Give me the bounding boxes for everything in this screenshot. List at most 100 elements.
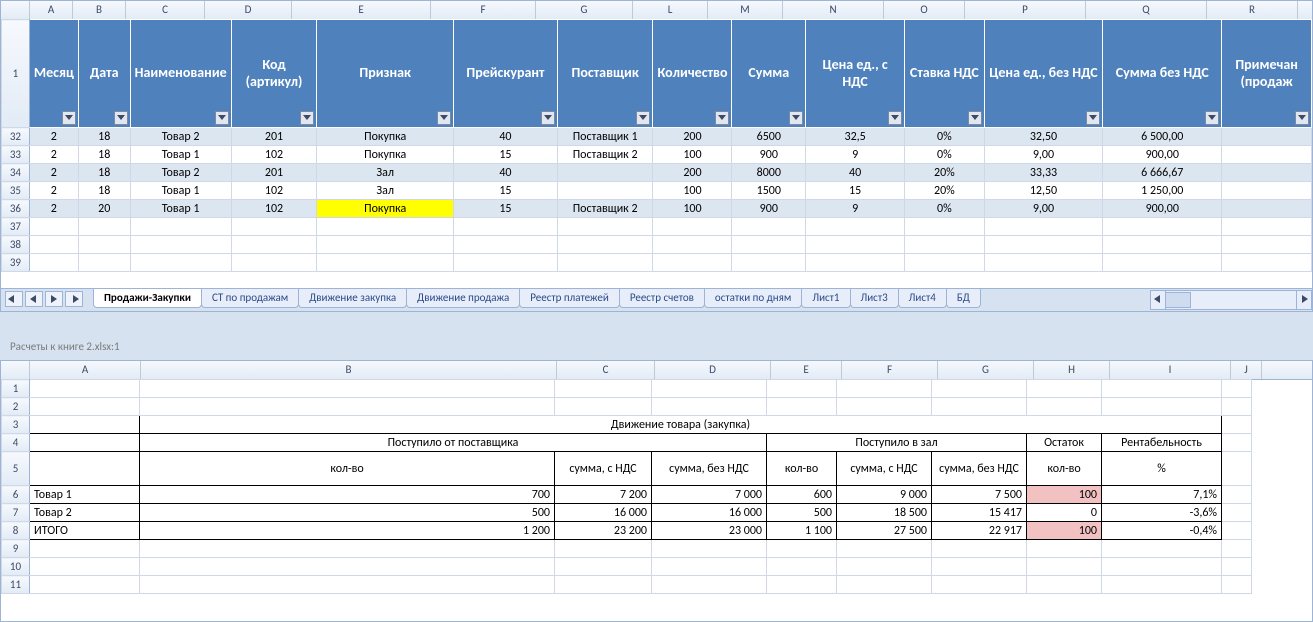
filter-dropdown-icon[interactable] [215,111,229,125]
cell[interactable] [1222,200,1312,218]
cell[interactable] [653,218,732,236]
cell[interactable] [1222,236,1312,254]
col-header-B[interactable]: B [73,1,126,19]
cell[interactable]: 20% [905,182,985,200]
table-header[interactable]: Признак [317,20,454,128]
cell[interactable]: Остаток [1027,434,1102,452]
cell[interactable]: 900,00 [1103,200,1222,218]
cell[interactable] [806,236,905,254]
sheet-tab[interactable]: СТ по продажам [201,289,299,308]
cell[interactable]: 500 [767,504,837,522]
cell[interactable]: 9 000 [837,486,932,504]
cell[interactable]: Поставщик 1 [557,128,653,146]
cell[interactable]: 100 [1027,486,1102,504]
cell[interactable] [932,380,1027,398]
sheet-tab[interactable]: Движение продажа [406,289,520,308]
cell[interactable] [1222,164,1312,182]
sheet-tab[interactable]: Лист4 [898,289,947,308]
col-header-A[interactable]: A [30,361,141,379]
cell[interactable]: 1 200 [140,522,555,540]
cell[interactable] [557,182,653,200]
cell[interactable]: 16 000 [555,504,652,522]
cell[interactable]: 0% [905,200,985,218]
cell[interactable] [130,254,231,272]
cell[interactable] [557,254,653,272]
cell[interactable]: Зал [317,164,454,182]
cell[interactable] [837,558,932,576]
cell[interactable]: 102 [231,200,317,218]
col-header-O[interactable]: O [884,1,965,19]
column-header-strip[interactable]: ABCDEFGHIJ [1,361,1312,380]
cell[interactable]: 200 [653,128,732,146]
row-header[interactable]: 35 [2,182,30,200]
cell[interactable]: Покупка [317,128,454,146]
cell[interactable] [732,236,806,254]
cell[interactable] [1222,380,1252,398]
cell[interactable] [78,254,130,272]
cell[interactable] [29,218,78,236]
col-header-E[interactable]: E [771,361,842,379]
cell[interactable] [557,164,653,182]
cell[interactable]: Поставщик 2 [557,200,653,218]
cell[interactable]: 7 000 [652,486,767,504]
cell[interactable]: 900 [732,146,806,164]
cell[interactable] [732,218,806,236]
row-header[interactable]: 1 [2,20,30,128]
table-header[interactable]: Код (артикул) [231,20,317,128]
scroll-right-icon[interactable] [1296,291,1311,309]
sheet-tab[interactable]: остатки по дням [704,289,802,308]
cell[interactable]: сумма, без НДС [652,452,767,486]
cell[interactable]: Поступило от поставщика [140,434,767,452]
cell[interactable]: 201 [231,128,317,146]
cell[interactable] [231,218,317,236]
cell[interactable]: 18 [78,164,130,182]
cell[interactable]: 15 [806,182,905,200]
cell[interactable]: 32,50 [984,128,1103,146]
cell[interactable]: -0,4% [1102,522,1222,540]
cell[interactable] [1222,398,1252,416]
cell[interactable]: 900,00 [1103,146,1222,164]
cell[interactable] [317,218,454,236]
cell[interactable]: Товар 1 [130,182,231,200]
filter-dropdown-icon[interactable] [437,111,451,125]
cell[interactable]: 9 [806,146,905,164]
cell[interactable] [555,398,652,416]
cell[interactable] [140,558,555,576]
cell[interactable] [78,218,130,236]
cell[interactable] [1102,558,1222,576]
cell[interactable]: 1 250,00 [1103,182,1222,200]
row-header[interactable]: 6 [2,486,30,504]
table-header[interactable]: Поставщик [557,20,653,128]
filter-dropdown-icon[interactable] [888,111,902,125]
cell[interactable]: 15 [454,200,558,218]
cell[interactable] [30,452,140,486]
cell[interactable] [454,236,558,254]
table-header[interactable]: Сумма [732,20,806,128]
cell[interactable] [1222,558,1252,576]
filter-dropdown-icon[interactable] [636,111,650,125]
row-header[interactable]: 38 [2,236,30,254]
col-header-C[interactable]: C [126,1,205,19]
cell[interactable] [1102,576,1222,594]
col-header-A[interactable]: A [30,1,73,19]
sheet-tab[interactable]: БД [946,289,981,308]
cell[interactable] [984,236,1103,254]
cell[interactable]: 20% [905,164,985,182]
cell[interactable] [837,540,932,558]
row-header[interactable]: 9 [2,540,30,558]
cell[interactable] [767,398,837,416]
cell[interactable] [652,380,767,398]
table-header[interactable]: Количество [653,20,732,128]
cell[interactable] [837,576,932,594]
col-header-G[interactable]: G [536,1,633,19]
cell[interactable] [1027,540,1102,558]
cell[interactable] [1103,236,1222,254]
cell[interactable] [932,576,1027,594]
cell[interactable] [932,398,1027,416]
cell[interactable] [557,236,653,254]
cell[interactable]: 12,50 [984,182,1103,200]
row-header[interactable]: 37 [2,218,30,236]
cell[interactable] [1222,182,1312,200]
row-header[interactable]: 3 [2,416,30,434]
filter-dropdown-icon[interactable] [541,111,555,125]
